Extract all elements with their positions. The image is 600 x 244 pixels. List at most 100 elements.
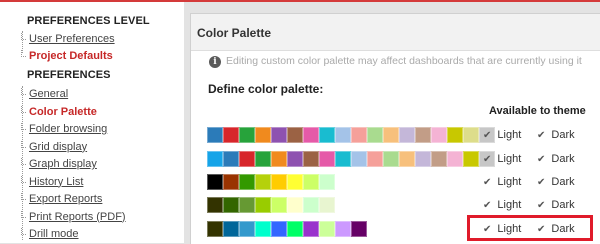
color-swatch[interactable] bbox=[255, 127, 271, 143]
color-swatch[interactable] bbox=[255, 221, 271, 237]
sidebar-item-label[interactable]: Grid display bbox=[29, 141, 87, 153]
palette-row[interactable] bbox=[207, 151, 495, 167]
color-swatch[interactable] bbox=[271, 197, 287, 213]
color-swatch[interactable] bbox=[415, 151, 431, 167]
palette-row[interactable] bbox=[207, 197, 335, 213]
sidebar-item-label[interactable]: Color Palette bbox=[29, 106, 97, 118]
color-swatch[interactable] bbox=[367, 151, 383, 167]
sidebar-item-label[interactable]: General bbox=[29, 88, 68, 100]
color-swatch[interactable] bbox=[303, 197, 319, 213]
color-swatch[interactable] bbox=[255, 174, 271, 190]
color-swatch[interactable] bbox=[287, 151, 303, 167]
sidebar-item-user-preferences[interactable]: User Preferences bbox=[21, 33, 115, 45]
checkmark-icon: ✔ bbox=[483, 154, 492, 165]
color-swatch[interactable] bbox=[399, 151, 415, 167]
theme-light-option[interactable]: ✔ Light bbox=[483, 223, 521, 235]
color-swatch[interactable] bbox=[351, 127, 367, 143]
color-swatch[interactable] bbox=[319, 127, 335, 143]
color-swatch[interactable] bbox=[351, 221, 367, 237]
sidebar-item-label[interactable]: User Preferences bbox=[29, 33, 115, 45]
color-swatch[interactable] bbox=[239, 151, 255, 167]
color-swatch[interactable] bbox=[255, 151, 271, 167]
color-swatch[interactable] bbox=[223, 221, 239, 237]
color-swatch[interactable] bbox=[415, 127, 431, 143]
color-swatch[interactable] bbox=[271, 174, 287, 190]
sidebar-item-project-defaults[interactable]: Project Defaults bbox=[21, 50, 113, 62]
color-swatch[interactable] bbox=[239, 174, 255, 190]
color-swatch[interactable] bbox=[271, 127, 287, 143]
color-swatch[interactable] bbox=[367, 127, 383, 143]
color-swatch[interactable] bbox=[271, 221, 287, 237]
color-swatch[interactable] bbox=[383, 151, 399, 167]
theme-dark-label: Dark bbox=[551, 223, 575, 235]
theme-dark-option[interactable]: ✔ Dark bbox=[537, 153, 575, 165]
sidebar-item-print-reports-pdf[interactable]: Print Reports (PDF) bbox=[21, 210, 126, 223]
sidebar-item-label[interactable]: History List bbox=[29, 176, 83, 188]
color-swatch[interactable] bbox=[447, 151, 463, 167]
color-swatch[interactable] bbox=[239, 221, 255, 237]
color-swatch[interactable] bbox=[399, 127, 415, 143]
color-swatch[interactable] bbox=[223, 197, 239, 213]
palette-row[interactable] bbox=[207, 174, 335, 190]
color-swatch[interactable] bbox=[239, 197, 255, 213]
color-swatch[interactable] bbox=[431, 151, 447, 167]
color-swatch[interactable] bbox=[431, 127, 447, 143]
color-swatch[interactable] bbox=[383, 127, 399, 143]
color-swatch[interactable] bbox=[287, 127, 303, 143]
color-swatch[interactable] bbox=[255, 197, 271, 213]
sidebar-item-history-list[interactable]: History List bbox=[21, 175, 83, 188]
theme-light-option[interactable]: ✔ Light bbox=[483, 199, 521, 211]
color-swatch[interactable] bbox=[207, 197, 223, 213]
color-swatch[interactable] bbox=[303, 151, 319, 167]
palette-row[interactable] bbox=[207, 127, 495, 143]
color-swatch[interactable] bbox=[223, 174, 239, 190]
color-swatch[interactable] bbox=[239, 127, 255, 143]
sidebar-item-graph-display[interactable]: Graph display bbox=[21, 158, 97, 170]
color-swatch[interactable] bbox=[223, 127, 239, 143]
sidebar-item-folder-browsing[interactable]: Folder browsing bbox=[21, 123, 107, 135]
color-swatch[interactable] bbox=[335, 127, 351, 143]
color-swatch[interactable] bbox=[447, 127, 463, 143]
color-swatch[interactable] bbox=[319, 197, 335, 213]
color-swatch[interactable] bbox=[351, 151, 367, 167]
palette-row[interactable] bbox=[207, 221, 367, 237]
color-swatch[interactable] bbox=[335, 151, 351, 167]
sidebar-item-drill-mode[interactable]: Drill mode bbox=[21, 228, 79, 240]
theme-light-option[interactable]: ✔ Light bbox=[483, 129, 521, 141]
sidebar-item-label[interactable]: Export Reports bbox=[29, 193, 102, 205]
sidebar-item-general[interactable]: General bbox=[21, 88, 68, 100]
color-swatch[interactable] bbox=[287, 221, 303, 237]
color-swatch[interactable] bbox=[319, 221, 335, 237]
color-swatch[interactable] bbox=[303, 174, 319, 190]
theme-dark-option[interactable]: ✔ Dark bbox=[537, 223, 575, 235]
theme-dark-option[interactable]: ✔ Dark bbox=[537, 129, 575, 141]
sidebar-item-export-reports[interactable]: Export Reports bbox=[21, 193, 102, 205]
color-swatch[interactable] bbox=[287, 174, 303, 190]
color-swatch[interactable] bbox=[319, 174, 335, 190]
color-swatch[interactable] bbox=[207, 221, 223, 237]
color-swatch[interactable] bbox=[207, 127, 223, 143]
color-swatch[interactable] bbox=[319, 151, 335, 167]
sidebar-item-grid-display[interactable]: Grid display bbox=[21, 140, 87, 153]
color-swatch[interactable] bbox=[287, 197, 303, 213]
theme-dark-option[interactable]: ✔ Dark bbox=[537, 176, 575, 188]
color-swatch[interactable] bbox=[335, 221, 351, 237]
color-swatch[interactable] bbox=[271, 151, 287, 167]
sidebar-item-color-palette[interactable]: Color Palette bbox=[21, 105, 97, 118]
theme-light-option[interactable]: ✔ Light bbox=[483, 176, 521, 188]
color-swatch[interactable] bbox=[463, 127, 479, 143]
sidebar-item-label[interactable]: Drill mode bbox=[29, 228, 79, 240]
color-swatch[interactable] bbox=[223, 151, 239, 167]
color-swatch[interactable] bbox=[463, 151, 479, 167]
color-swatch[interactable] bbox=[207, 151, 223, 167]
color-swatch[interactable] bbox=[303, 221, 319, 237]
theme-light-option[interactable]: ✔ Light bbox=[483, 153, 521, 165]
sidebar-item-label[interactable]: Project Defaults bbox=[29, 50, 113, 62]
color-swatch[interactable] bbox=[303, 127, 319, 143]
define-palette-label: Define color palette: bbox=[208, 82, 324, 96]
color-swatch[interactable] bbox=[207, 174, 223, 190]
sidebar-item-label[interactable]: Graph display bbox=[29, 158, 97, 170]
sidebar-item-label[interactable]: Print Reports (PDF) bbox=[29, 211, 126, 223]
theme-dark-option[interactable]: ✔ Dark bbox=[537, 199, 575, 211]
sidebar-item-label[interactable]: Folder browsing bbox=[29, 123, 107, 135]
